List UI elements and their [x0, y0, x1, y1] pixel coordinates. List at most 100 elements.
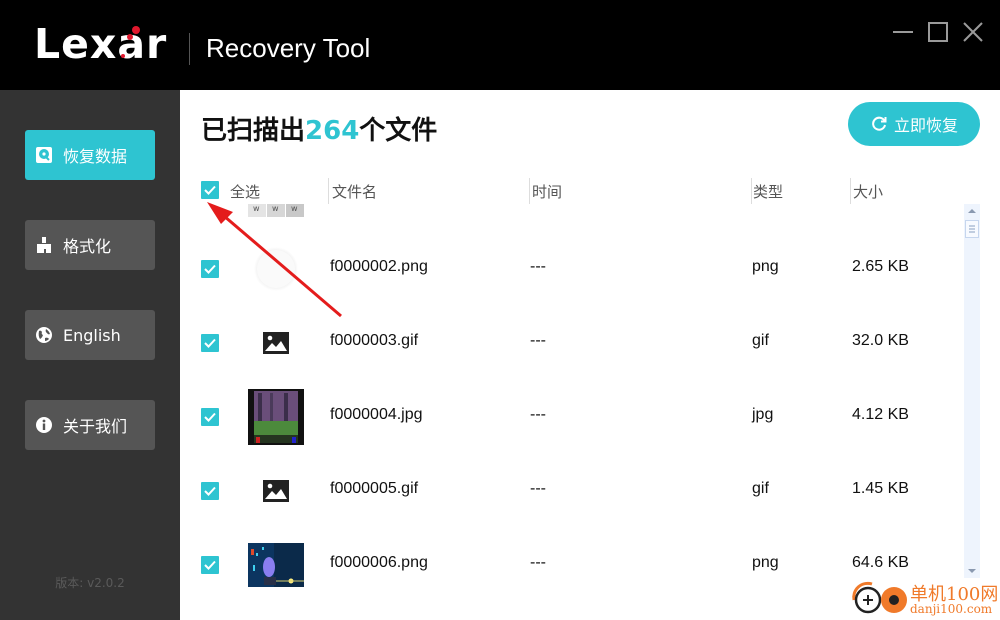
watermark-url: danji100.com: [910, 602, 993, 616]
file-name: f0000004.jpg: [330, 406, 423, 423]
column-divider[interactable]: [529, 178, 530, 204]
select-all-checkbox[interactable]: [201, 181, 219, 199]
column-header-time[interactable]: 时间: [532, 181, 562, 203]
sidebar-item-label: 格式化: [63, 237, 112, 256]
arrow-up-icon: [968, 209, 976, 213]
game-screenshot-thumbnail: [248, 389, 304, 445]
neon-city-thumbnail: [248, 537, 304, 593]
sidebar-item-recover-data[interactable]: 恢复数据: [25, 130, 155, 180]
white-circle-thumbnail: [248, 241, 304, 297]
scroll-up-button[interactable]: [964, 204, 980, 218]
column-header-type[interactable]: 类型: [753, 181, 783, 203]
file-name: f0000003.gif: [330, 332, 419, 349]
svg-text:w: w: [272, 204, 279, 213]
title-suffix: 个文件: [359, 116, 438, 146]
checkmark-icon: [204, 185, 216, 195]
scroll-down-button[interactable]: [964, 564, 980, 578]
file-type: jpg: [752, 406, 774, 423]
row-checkbox[interactable]: [201, 260, 219, 278]
table-row[interactable]: f0000004.jpg --- jpg 4.12 KB: [180, 380, 960, 454]
image-placeholder-icon: [248, 315, 304, 371]
lexar-logo: Lexar: [34, 20, 168, 68]
table-row[interactable]: f0000002.png --- png 2.65 KB: [180, 232, 960, 306]
checkmark-icon: [204, 486, 216, 496]
sidebar: 恢复数据 格式化 English 关于我们 版本: v2.0.2: [0, 90, 180, 620]
arrow-down-icon: [968, 569, 976, 573]
sidebar-item-label: 关于我们: [63, 417, 128, 436]
svg-text:w: w: [291, 204, 298, 213]
globe-icon: [36, 327, 52, 343]
table-row[interactable]: f0000006.png --- png 64.6 KB: [180, 528, 960, 602]
checkmark-icon: [204, 338, 216, 348]
checkmark-icon: [204, 560, 216, 570]
file-name: f0000005.gif: [330, 480, 419, 497]
file-time: ---: [530, 332, 546, 349]
file-time: ---: [530, 554, 546, 571]
file-size: 4.12 KB: [852, 406, 909, 423]
table-row[interactable]: f0000003.gif --- gif 32.0 KB: [180, 306, 960, 380]
logo-dot: [127, 34, 133, 40]
image-placeholder-icon: [248, 463, 304, 519]
file-type: gif: [752, 332, 769, 349]
column-divider[interactable]: [328, 178, 329, 204]
select-all-label[interactable]: 全选: [230, 181, 260, 203]
file-time: ---: [530, 258, 546, 275]
file-time: ---: [530, 406, 546, 423]
file-list: w w w f0000002.png --- png 2.65 KB f0000…: [180, 204, 960, 620]
row-checkbox[interactable]: [201, 408, 219, 426]
file-count: 264: [305, 116, 360, 146]
partial-thumbnail: w w w: [248, 204, 304, 217]
title-divider: [189, 33, 190, 65]
sidebar-item-label: English: [63, 325, 121, 345]
recover-now-label: 立即恢复: [893, 116, 958, 135]
logo-dot: [132, 26, 140, 34]
column-header-size[interactable]: 大小: [853, 181, 883, 203]
scrollbar-thumb[interactable]: [965, 220, 979, 238]
file-time: ---: [530, 480, 546, 497]
row-checkbox[interactable]: [201, 482, 219, 500]
file-type: png: [752, 554, 779, 571]
svg-text:w: w: [253, 204, 260, 213]
maximize-icon: [928, 22, 948, 42]
row-checkbox[interactable]: [201, 334, 219, 352]
sidebar-item-format[interactable]: 格式化: [25, 220, 155, 270]
close-button[interactable]: [960, 18, 988, 46]
table-row[interactable]: f0000005.gif --- gif 1.45 KB: [180, 454, 960, 528]
broom-icon: [37, 237, 51, 253]
column-divider[interactable]: [751, 178, 752, 204]
brand-name: Lexar: [34, 20, 168, 68]
table-row[interactable]: w w w: [180, 204, 960, 226]
column-divider[interactable]: [850, 178, 851, 204]
minimize-button[interactable]: [890, 18, 918, 46]
row-checkbox[interactable]: [201, 556, 219, 574]
file-name: f0000002.png: [330, 258, 428, 275]
sidebar-item-about[interactable]: 关于我们: [25, 400, 155, 450]
logo-dot: [121, 54, 125, 58]
file-size: 32.0 KB: [852, 332, 909, 349]
grip-icon: [969, 225, 975, 233]
column-header-filename[interactable]: 文件名: [332, 181, 377, 203]
file-type: gif: [752, 480, 769, 497]
version-label: 版本: v2.0.2: [55, 576, 125, 590]
title-prefix: 已扫描出: [201, 116, 306, 146]
main-panel: 已扫描出264个文件 立即恢复 全选 文件名 时间 类型 大小 w w w f0…: [180, 90, 1000, 620]
sidebar-item-language[interactable]: English: [25, 310, 155, 360]
watermark: 单机100网 danji100.com: [850, 578, 1000, 620]
table-header: 全选 文件名 时间 类型 大小: [180, 178, 960, 204]
checkmark-icon: [204, 264, 216, 274]
minimize-icon: [893, 31, 913, 33]
scan-result-title: 已扫描出264个文件: [201, 110, 437, 147]
maximize-button[interactable]: [926, 18, 954, 46]
file-name: f0000006.png: [330, 554, 428, 571]
file-size: 2.65 KB: [852, 258, 909, 275]
recover-now-button[interactable]: 立即恢复: [848, 102, 980, 146]
refresh-icon: [872, 116, 887, 131]
disk-recover-icon: [36, 147, 52, 163]
file-size: 64.6 KB: [852, 554, 909, 571]
vertical-scrollbar[interactable]: [964, 204, 980, 578]
watermark-logo-icon: [852, 581, 907, 614]
sidebar-item-label: 恢复数据: [63, 147, 128, 166]
app-title: Recovery Tool: [206, 33, 371, 63]
file-size: 1.45 KB: [852, 480, 909, 497]
title-bar: Lexar Recovery Tool: [0, 0, 1000, 90]
